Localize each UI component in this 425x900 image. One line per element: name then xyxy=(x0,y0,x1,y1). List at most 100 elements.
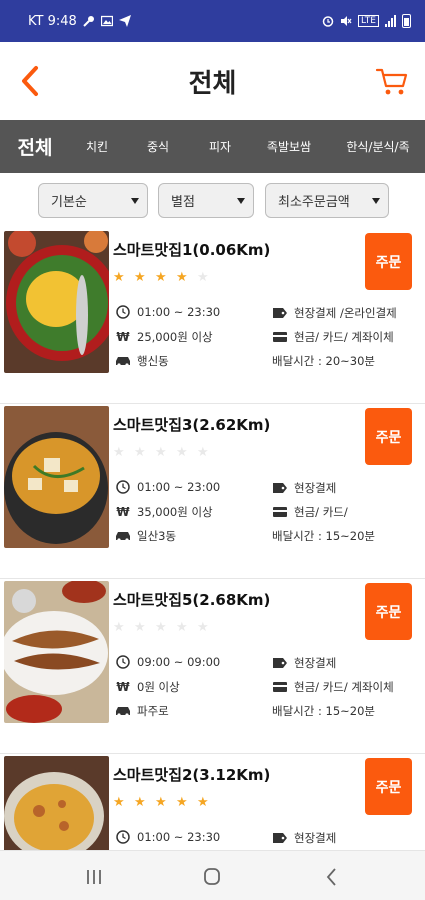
hours-row: 01:00 ~ 23:00 xyxy=(115,480,220,494)
dropdown-arrow-icon xyxy=(372,198,380,204)
opening-hours: 01:00 ~ 23:30 xyxy=(137,305,221,319)
opening-hours: 01:00 ~ 23:30 xyxy=(137,830,221,844)
opening-hours: 09:00 ~ 09:00 xyxy=(137,655,221,669)
rating-stars: ★ ★ ★ ★ ★ xyxy=(113,795,209,810)
tab-korean-snack[interactable]: 한식/분식/족 xyxy=(330,138,425,155)
clock-icon xyxy=(116,655,130,669)
status-bar: KT 9:48 LTE xyxy=(0,0,425,42)
star-icon: ★ xyxy=(155,270,167,285)
star-icon: ★ xyxy=(134,620,146,635)
opening-hours: 01:00 ~ 23:00 xyxy=(137,480,221,494)
min-order-row: ₩25,000원 이상 xyxy=(115,329,213,345)
restaurant-photo[interactable] xyxy=(4,756,109,850)
app-header: 전체 xyxy=(0,42,425,120)
area-row: 파주로 xyxy=(115,703,169,719)
won-icon: ₩ xyxy=(116,680,130,694)
category-tabs: 전체 치킨 중식 피자 족발보쌈 한식/분식/족 xyxy=(0,120,425,173)
payment-site: 현장결제 xyxy=(294,831,337,845)
star-icon: ★ xyxy=(134,445,146,460)
star-icon: ★ xyxy=(176,795,188,810)
star-icon: ★ xyxy=(134,795,146,810)
star-icon: ★ xyxy=(113,445,125,460)
restaurant-name[interactable]: 스마트맛집5(2.68Km) xyxy=(113,589,270,610)
star-icon: ★ xyxy=(197,270,209,285)
order-button[interactable]: 주문 xyxy=(365,233,412,290)
hours-row: 01:00 ~ 23:30 xyxy=(115,305,220,319)
star-icon: ★ xyxy=(113,620,125,635)
star-icon: ★ xyxy=(155,445,167,460)
card-icon xyxy=(273,682,287,692)
won-icon: ₩ xyxy=(116,505,130,519)
restaurant-name[interactable]: 스마트맛집2(3.12Km) xyxy=(113,764,270,785)
tag-icon xyxy=(273,833,287,843)
delivery-time: 배달시간 : 15~20분 xyxy=(272,704,375,718)
restaurant-name[interactable]: 스마트맛집1(0.06Km) xyxy=(113,239,270,260)
tab-chinese[interactable]: 중식 xyxy=(124,138,192,155)
restaurant-card[interactable]: 스마트맛집5(2.68Km) ★ ★ ★ ★ ★ 주문 09:00 ~ 09:00 ₩0원 이상… xyxy=(0,579,425,754)
tab-pizza[interactable]: 피자 xyxy=(192,138,248,155)
tag-icon xyxy=(273,308,287,318)
payment-site-row: 현장결제 xyxy=(272,480,336,496)
cart-icon[interactable] xyxy=(375,64,409,98)
min-order-row: ₩35,000원 이상 xyxy=(115,504,212,520)
tab-chicken[interactable]: 치킨 xyxy=(70,138,124,155)
tag-icon xyxy=(273,483,287,493)
delivery-area: 파주로 xyxy=(137,704,169,718)
delivery-time-row: 배달시간 : 20~30분 xyxy=(272,353,375,369)
restaurant-card[interactable]: 스마트맛집3(2.62Km) ★ ★ ★ ★ ★ 주문 01:00 ~ 23:00 ₩35,00… xyxy=(0,404,425,579)
tab-all[interactable]: 전체 xyxy=(0,133,70,160)
star-icon: ★ xyxy=(113,795,125,810)
payment-methods: 현금/ 카드/ xyxy=(294,505,348,519)
star-icon: ★ xyxy=(197,445,209,460)
restaurant-card[interactable]: 스마트맛집2(3.12Km)★★★★★주문01:00 ~ 23:30₩현장결제 xyxy=(0,754,425,850)
won-icon: ₩ xyxy=(116,330,130,344)
car-icon xyxy=(116,357,130,367)
system-nav-bar xyxy=(0,850,425,900)
payment-methods: 현금/ 카드/ 계좌이체 xyxy=(294,330,394,344)
restaurant-name[interactable]: 스마트맛집3(2.62Km) xyxy=(113,414,270,435)
star-icon: ★ xyxy=(155,795,167,810)
min-order-amount: 25,000원 이상 xyxy=(137,330,213,344)
delivery-time-row: 배달시간 : 15~20분 xyxy=(272,703,375,719)
restaurant-card[interactable]: 스마트맛집1(0.06Km) ★ ★ ★ ★ ★ 주문 01:00 ~ 23:30 ₩25,00… xyxy=(0,229,425,404)
hours-row: 01:00 ~ 23:30 xyxy=(115,830,220,844)
payment-method-row: 현금/ 카드/ xyxy=(272,504,348,520)
payment-site: 현장결제 xyxy=(294,481,337,495)
rating-stars: ★ ★ ★ ★ ★ xyxy=(113,270,209,285)
nav-back-icon[interactable] xyxy=(320,866,344,888)
rating-select[interactable]: 별점 xyxy=(158,183,254,218)
min-order-select[interactable]: 최소주문금액 xyxy=(265,183,389,218)
card-icon xyxy=(273,332,287,342)
order-button[interactable]: 주문 xyxy=(365,583,412,640)
clock-icon xyxy=(116,305,130,319)
payment-site-row: 현장결제 xyxy=(272,830,336,846)
star-icon: ★ xyxy=(155,620,167,635)
order-button[interactable]: 주문 xyxy=(365,408,412,465)
rating-stars: ★ ★ ★ ★ ★ xyxy=(113,445,209,460)
mute-icon xyxy=(341,16,352,26)
area-row: 행신동 xyxy=(115,353,169,369)
order-button[interactable]: 주문 xyxy=(365,758,412,815)
min-order-amount: 0원 이상 xyxy=(137,680,180,694)
recent-apps-icon[interactable] xyxy=(82,866,106,888)
payment-site: 현장결제 xyxy=(294,656,337,670)
status-time: KT 9:48 xyxy=(28,13,77,29)
tab-jokbal-bossam[interactable]: 족발보쌈 xyxy=(248,138,330,155)
payment-methods: 현금/ 카드/ 계좌이체 xyxy=(294,680,394,694)
dropdown-arrow-icon xyxy=(131,198,139,204)
sort-select[interactable]: 기본순 xyxy=(38,183,148,218)
key-icon xyxy=(83,16,94,27)
restaurant-photo[interactable] xyxy=(4,406,109,548)
delivery-time-row: 배달시간 : 15~20분 xyxy=(272,528,375,544)
delivery-area: 일산3동 xyxy=(137,529,177,543)
restaurant-photo[interactable] xyxy=(4,231,109,373)
filter-bar: 기본순 별점 최소주문금액 xyxy=(0,173,425,229)
back-arrow-icon[interactable] xyxy=(16,64,48,98)
min-order-row: ₩0원 이상 xyxy=(115,679,180,695)
star-icon: ★ xyxy=(176,445,188,460)
delivery-time: 배달시간 : 15~20분 xyxy=(272,529,375,543)
home-icon[interactable] xyxy=(200,866,224,888)
restaurant-photo[interactable] xyxy=(4,581,109,723)
payment-site: 현장결제 /온라인결제 xyxy=(294,306,397,320)
hours-row: 09:00 ~ 09:00 xyxy=(115,655,220,669)
